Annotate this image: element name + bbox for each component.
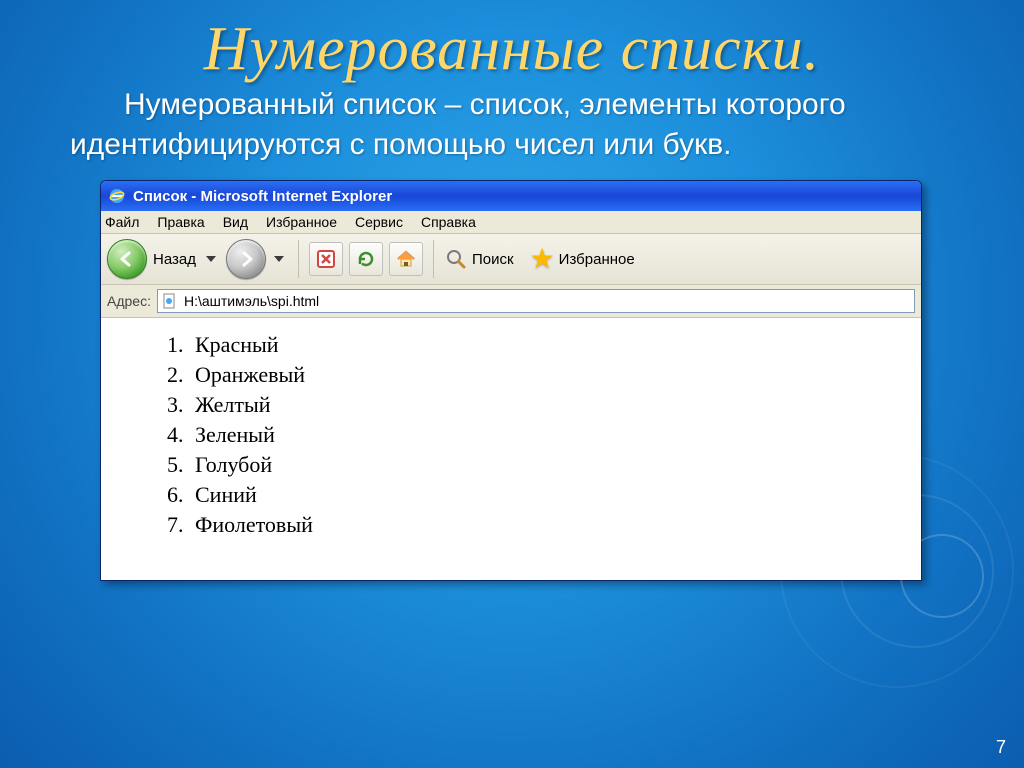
slide-body: Нумерованный список – список, элементы к… [0, 85, 1024, 176]
forward-dropdown-icon[interactable] [274, 256, 284, 262]
list-item: 3.Желтый [167, 390, 921, 420]
address-value: H:\аштимэль\spi.html [184, 293, 319, 309]
refresh-button[interactable] [349, 242, 383, 276]
slide-number: 7 [996, 737, 1006, 758]
home-icon [395, 248, 417, 270]
page-content: 1.Красный 2.Оранжевый 3.Желтый 4.Зеленый… [101, 318, 921, 580]
menu-service[interactable]: Сервис [355, 214, 403, 230]
arrow-right-icon [237, 250, 255, 268]
menu-edit[interactable]: Правка [157, 214, 204, 230]
address-input[interactable]: H:\аштимэль\spi.html [157, 289, 915, 313]
search-icon [444, 247, 468, 271]
separator [298, 240, 299, 278]
menubar: Файл Правка Вид Избранное Сервис Справка [101, 211, 921, 234]
home-button[interactable] [389, 242, 423, 276]
arrow-left-icon [118, 250, 136, 268]
stop-icon [316, 249, 336, 269]
slide-title: Нумерованные списки. [0, 0, 1024, 85]
menu-fav[interactable]: Избранное [266, 214, 337, 230]
favorites-label: Избранное [559, 251, 635, 268]
menu-help[interactable]: Справка [421, 214, 476, 230]
list-item: 6.Синий [167, 480, 921, 510]
slide-body-text: Нумерованный список – список, элементы к… [70, 88, 846, 161]
search-label: Поиск [472, 251, 514, 268]
list-item: 4.Зеленый [167, 420, 921, 450]
ie-logo-icon [109, 188, 125, 204]
address-bar: Адрес: H:\аштимэль\spi.html [101, 285, 921, 318]
menu-file[interactable]: Файл [105, 214, 139, 230]
list-item: 7.Фиолетовый [167, 510, 921, 540]
toolbar: Назад Поиск ★ Избранное [101, 234, 921, 285]
separator [433, 240, 434, 278]
refresh-icon [356, 249, 376, 269]
back-button[interactable] [107, 239, 147, 279]
back-label: Назад [153, 251, 196, 268]
list-item: 2.Оранжевый [167, 360, 921, 390]
window-title: Список - Microsoft Internet Explorer [133, 188, 392, 205]
window-titlebar: Список - Microsoft Internet Explorer [101, 181, 921, 211]
star-icon: ★ [530, 245, 555, 273]
back-dropdown-icon[interactable] [206, 256, 216, 262]
address-label: Адрес: [107, 293, 151, 309]
stop-button[interactable] [309, 242, 343, 276]
menu-view[interactable]: Вид [223, 214, 248, 230]
list-item: 1.Красный [167, 330, 921, 360]
forward-button[interactable] [226, 239, 266, 279]
page-icon [162, 293, 178, 309]
favorites-button[interactable]: ★ Избранное [530, 245, 637, 273]
ie-window: Список - Microsoft Internet Explorer Фай… [100, 180, 922, 581]
list-item: 5.Голубой [167, 450, 921, 480]
search-button[interactable]: Поиск [444, 247, 516, 271]
numbered-list: 1.Красный 2.Оранжевый 3.Желтый 4.Зеленый… [139, 330, 921, 540]
